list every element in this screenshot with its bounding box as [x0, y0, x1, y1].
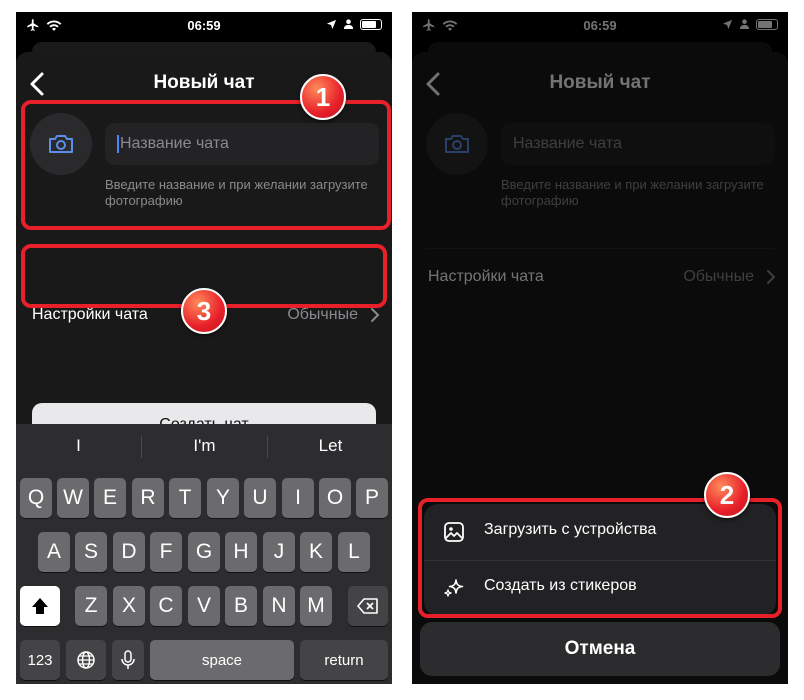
- space-key[interactable]: space: [150, 640, 294, 680]
- highlight-box-1: [21, 100, 391, 230]
- key-v[interactable]: V: [188, 586, 220, 626]
- callout-badge-1: 1: [300, 74, 346, 120]
- key-d[interactable]: D: [113, 532, 145, 572]
- callout-badge-2: 2: [704, 472, 750, 518]
- key-m[interactable]: M: [300, 586, 332, 626]
- key-n[interactable]: N: [263, 586, 295, 626]
- cancel-button[interactable]: Отмена: [420, 622, 780, 676]
- chat-settings-value: Обычные: [287, 306, 358, 323]
- key-r[interactable]: R: [132, 478, 164, 518]
- key-o[interactable]: O: [319, 478, 351, 518]
- key-s[interactable]: S: [75, 532, 107, 572]
- key-x[interactable]: X: [113, 586, 145, 626]
- key-w[interactable]: W: [57, 478, 89, 518]
- key-a[interactable]: A: [38, 532, 70, 572]
- shift-arrow-icon: [32, 598, 48, 614]
- status-bar: 06:59: [16, 12, 392, 40]
- key-e[interactable]: E: [94, 478, 126, 518]
- backspace-key[interactable]: [348, 586, 388, 626]
- key-u[interactable]: U: [244, 478, 276, 518]
- suggestion-2[interactable]: I'm: [142, 424, 267, 468]
- key-p[interactable]: P: [356, 478, 388, 518]
- key-l[interactable]: L: [338, 532, 370, 572]
- suggestion-1[interactable]: I: [16, 424, 141, 468]
- microphone-icon: [121, 650, 135, 669]
- location-icon: [326, 19, 337, 29]
- key-i[interactable]: I: [282, 478, 314, 518]
- globe-icon: [77, 651, 95, 669]
- chat-settings-label: Настройки чата: [32, 306, 148, 323]
- key-y[interactable]: Y: [207, 478, 239, 518]
- battery-icon: [360, 18, 382, 30]
- key-q[interactable]: Q: [20, 478, 52, 518]
- dictation-key[interactable]: [112, 640, 144, 680]
- chevron-right-icon: [371, 308, 380, 322]
- phone-screen-photo-options: 06:59 Новый чат Название чата Введите на…: [412, 12, 788, 684]
- backspace-icon: [357, 598, 378, 614]
- key-z[interactable]: Z: [75, 586, 107, 626]
- callout-badge-3: 3: [181, 288, 227, 334]
- key-j[interactable]: J: [263, 532, 295, 572]
- phone-screen-new-chat: 06:59 Новый чат Название чата Введите на…: [16, 12, 392, 684]
- key-t[interactable]: T: [169, 478, 201, 518]
- globe-key[interactable]: [66, 640, 106, 680]
- numbers-key[interactable]: 123: [20, 640, 60, 680]
- keyboard: I I'm Let Q W E R T Y U I O P A S D F G …: [16, 424, 392, 684]
- key-h[interactable]: H: [225, 532, 257, 572]
- return-key[interactable]: return: [300, 640, 388, 680]
- shift-key[interactable]: [20, 586, 60, 626]
- key-g[interactable]: G: [188, 532, 220, 572]
- key-f[interactable]: F: [150, 532, 182, 572]
- person-icon: [343, 19, 354, 30]
- key-c[interactable]: C: [150, 586, 182, 626]
- suggestion-3[interactable]: Let: [268, 424, 392, 468]
- key-b[interactable]: B: [225, 586, 257, 626]
- key-k[interactable]: K: [300, 532, 332, 572]
